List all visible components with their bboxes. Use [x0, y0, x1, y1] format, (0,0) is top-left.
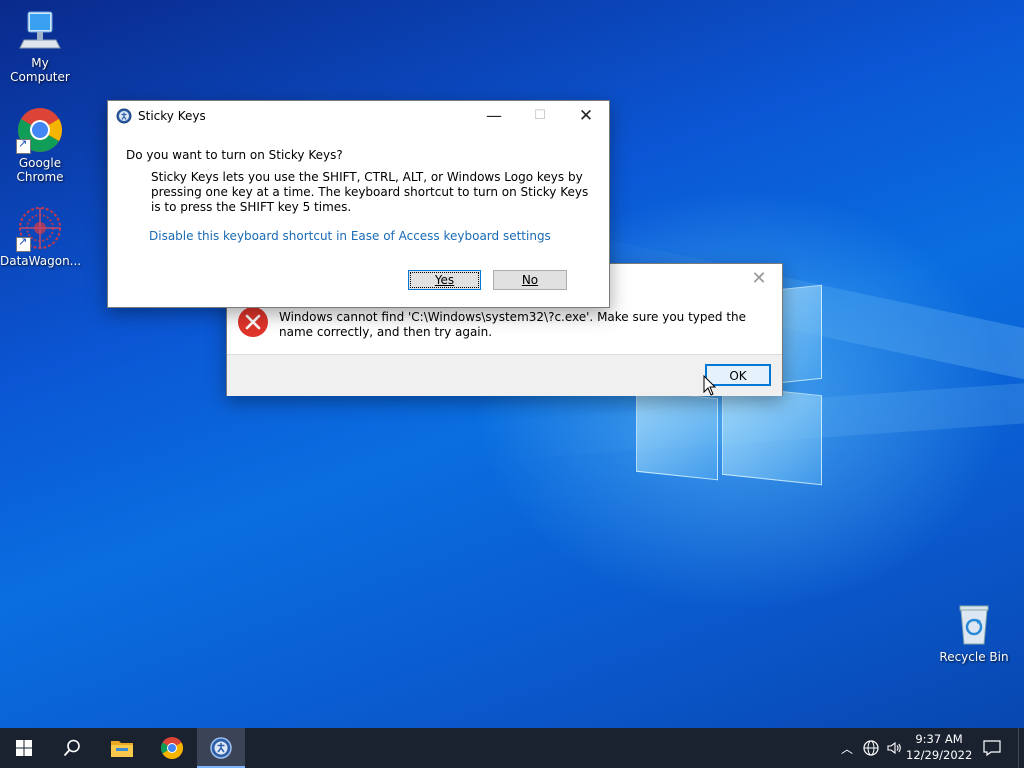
chrome-icon — [161, 737, 183, 759]
computer-icon — [16, 6, 64, 54]
yes-button-label: Yes — [434, 273, 455, 287]
description-text: Sticky Keys lets you use the SHIFT, CTRL… — [151, 170, 589, 214]
desktop-icon-my-computer[interactable]: My Computer — [0, 6, 80, 84]
close-icon: ✕ — [751, 268, 767, 289]
close-button[interactable]: ✕ — [563, 101, 609, 131]
ease-of-access-icon — [210, 737, 232, 759]
clock[interactable]: 9:37 AM 12/29/2022 — [906, 731, 972, 763]
dialog-title: Sticky Keys — [138, 109, 206, 123]
error-icon — [237, 306, 269, 341]
question-text: Do you want to turn on Sticky Keys? — [126, 148, 343, 162]
start-button[interactable] — [0, 728, 48, 768]
minimize-icon: — — [486, 106, 502, 125]
action-center-button[interactable] — [978, 728, 1006, 768]
desktop-icon-label: Google Chrome — [16, 156, 64, 184]
mouse-cursor-icon — [703, 374, 717, 400]
network-globe-icon — [863, 740, 879, 756]
speaker-icon — [887, 741, 901, 755]
desktop-icon-label: My Computer — [10, 56, 70, 84]
clock-time: 9:37 AM — [915, 732, 963, 746]
sticky-keys-dialog[interactable]: Sticky Keys — ☐ ✕ Do you want to turn on… — [107, 100, 610, 308]
network-button[interactable] — [860, 728, 882, 768]
no-button-label: No — [521, 273, 539, 287]
windows-start-icon — [16, 740, 32, 756]
show-hidden-icons-button[interactable]: ︿ — [838, 728, 856, 768]
taskbar-file-explorer[interactable] — [98, 728, 146, 768]
desktop-icon-recycle-bin[interactable]: Recycle Bin — [934, 600, 1014, 664]
volume-button[interactable] — [884, 728, 904, 768]
shortcut-arrow-icon — [16, 137, 31, 154]
chrome-icon — [16, 106, 64, 154]
desktop[interactable]: My Computer Google Chrome — [0, 0, 1024, 728]
desktop-icon-google-chrome[interactable]: Google Chrome — [0, 106, 80, 184]
desktop-icon-label: Recycle Bin — [939, 650, 1009, 664]
notification-icon — [983, 740, 1001, 756]
shortcut-arrow-icon — [16, 235, 31, 252]
search-button[interactable] — [48, 728, 96, 768]
minimize-button[interactable]: — — [471, 101, 517, 131]
error-dialog-footer — [227, 354, 782, 396]
sticky-keys-titlebar[interactable]: Sticky Keys — ☐ ✕ — [108, 101, 609, 131]
close-icon: ✕ — [578, 106, 594, 126]
folder-icon — [111, 741, 133, 757]
no-button[interactable]: No — [493, 270, 567, 290]
clock-date: 12/29/2022 — [906, 748, 973, 762]
taskbar-sticky-keys[interactable] — [197, 728, 245, 768]
desktop-icon-label: DataWagon... — [0, 254, 82, 268]
desktop-icon-datawagon[interactable]: DataWagon... — [0, 204, 82, 268]
disable-shortcut-link[interactable]: Disable this keyboard shortcut in Ease o… — [149, 229, 551, 243]
ease-of-access-icon — [116, 108, 132, 127]
yes-button[interactable]: Yes — [408, 270, 481, 290]
taskbar: ︿ 9:37 AM 12/29/2022 — [0, 728, 1024, 768]
close-button[interactable]: ✕ — [736, 264, 782, 294]
search-icon — [63, 739, 80, 757]
recycle-bin-icon — [950, 600, 998, 648]
maximize-icon: ☐ — [534, 108, 546, 123]
maximize-button: ☐ — [517, 101, 563, 131]
chevron-up-icon: ︿ — [840, 741, 853, 756]
error-message: Windows cannot find 'C:\Windows\system32… — [279, 310, 747, 339]
show-desktop-button[interactable] — [1018, 728, 1024, 768]
datawagon-icon — [16, 204, 64, 252]
taskbar-chrome[interactable] — [148, 728, 196, 768]
